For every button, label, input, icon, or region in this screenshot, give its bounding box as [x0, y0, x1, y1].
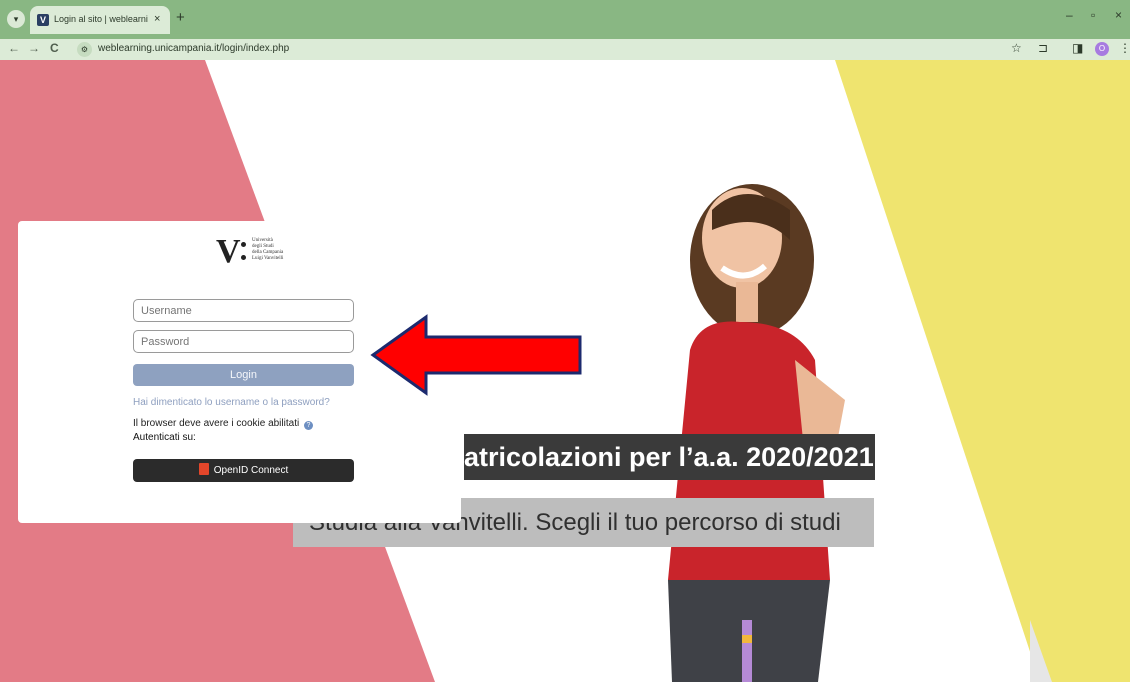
help-icon[interactable]: ?	[303, 421, 313, 430]
browser-tab-bar: ▾ V Login al sito | weblearning.unic... …	[0, 0, 1130, 39]
red-arrow-icon	[370, 314, 582, 396]
openid-button-label: OpenID Connect	[213, 465, 289, 476]
reload-icon[interactable]: C	[50, 41, 59, 55]
restore-button[interactable]: ▫	[1091, 8, 1095, 22]
login-page: atricolazioni per l’a.a. 2020/2021 Studi…	[0, 60, 1130, 682]
username-input[interactable]	[133, 299, 354, 322]
login-button[interactable]: Login	[133, 364, 354, 386]
banner-title: atricolazioni per l’a.a. 2020/2021	[464, 434, 875, 480]
browser-toolbar: ← → C ⚙ weblearning.unicampania.it/login…	[0, 39, 1130, 60]
url-text[interactable]: weblearning.unicampania.it/login/index.p…	[98, 43, 289, 54]
forgot-password-link[interactable]: Hai dimenticato lo username o la passwor…	[133, 397, 330, 408]
office-logo-icon	[198, 463, 209, 475]
close-window-button[interactable]: ×	[1115, 8, 1122, 22]
extensions-icon[interactable]: ⊐	[1038, 41, 1048, 55]
auth-label: Autenticati su:	[133, 432, 196, 443]
password-input[interactable]	[133, 330, 354, 353]
logo-dots-icon	[241, 242, 246, 262]
site-info-icon[interactable]: ⚙	[77, 42, 92, 57]
browser-menu-icon[interactable]: ⋮	[1119, 41, 1130, 55]
cookies-text: Il browser deve avere i cookie abilitati	[133, 418, 300, 429]
tab-close-icon[interactable]: ×	[154, 13, 160, 25]
back-arrow-icon[interactable]: ←	[8, 41, 20, 55]
profile-avatar[interactable]: O	[1095, 42, 1109, 56]
logo-text: Università degli Studi della Campania Lu…	[252, 238, 284, 261]
site-favicon-icon: V	[37, 14, 49, 26]
address-bar[interactable]: ⚙ weblearning.unicampania.it/login/index…	[76, 41, 1026, 58]
forward-arrow-icon[interactable]: →	[28, 41, 40, 55]
cookies-notice: Il browser deve avere i cookie abilitati…	[133, 418, 313, 430]
university-logo: V Università degli Studi della Campania …	[216, 235, 336, 269]
logo-letter: V	[216, 233, 241, 270]
tab-search-chevron-icon[interactable]: ▾	[7, 10, 25, 28]
minimize-button[interactable]: –	[1066, 8, 1073, 22]
tab-title: Login al sito | weblearning.unic...	[54, 14, 148, 24]
browser-tab[interactable]: V Login al sito | weblearning.unic... ×	[30, 6, 170, 34]
bookmark-star-icon[interactable]: ☆	[1011, 41, 1022, 55]
new-tab-button[interactable]: +	[176, 9, 185, 27]
openid-connect-button[interactable]: OpenID Connect	[133, 459, 354, 482]
side-panel-icon[interactable]: ◨	[1072, 41, 1083, 55]
